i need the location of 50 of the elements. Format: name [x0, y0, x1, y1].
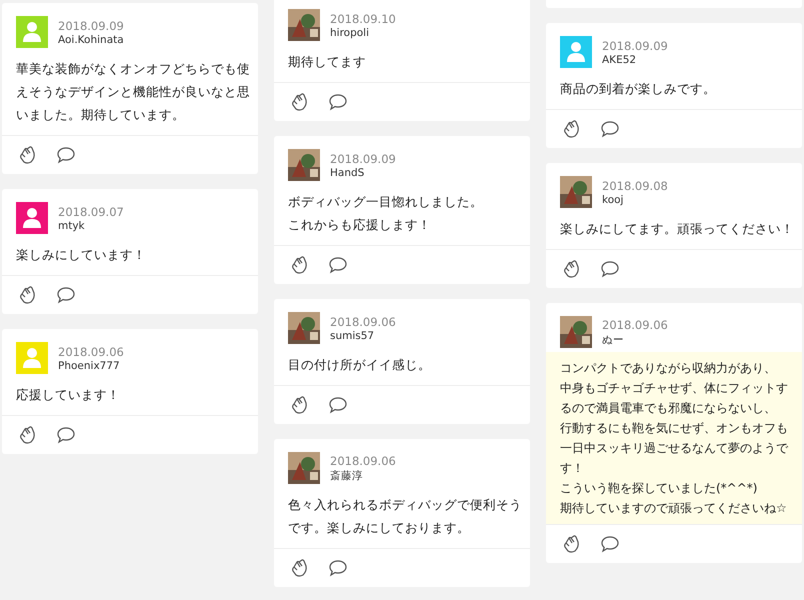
- user-name: sumis57: [330, 330, 376, 342]
- speech-bubble-icon[interactable]: [600, 119, 620, 139]
- clapping-hands-icon[interactable]: [562, 259, 582, 279]
- clapping-hands-icon[interactable]: [290, 92, 310, 112]
- clapping-hands-icon[interactable]: [562, 534, 582, 554]
- comment-text: 目の付け所がイイ感じ。: [287, 356, 432, 374]
- speech-bubble-icon[interactable]: [328, 92, 348, 112]
- speech-bubble-icon[interactable]: [600, 259, 620, 279]
- post-date: 2018.09.10: [330, 12, 396, 26]
- post-date: 2018.09.09: [330, 152, 396, 166]
- speech-bubble-icon[interactable]: [56, 425, 76, 445]
- post-date: 2018.09.06: [58, 344, 124, 358]
- user-name: ぬー: [602, 332, 625, 346]
- clapping-hands-icon[interactable]: [290, 395, 310, 415]
- speech-bubble-icon[interactable]: [56, 285, 76, 305]
- post-date: 2018.09.09: [58, 18, 124, 32]
- comment-text: 応援しています！: [15, 386, 121, 404]
- comment-text: 楽しみにしています！: [15, 246, 147, 264]
- clapping-hands-icon[interactable]: [18, 145, 38, 165]
- post-date: 2018.09.06: [330, 314, 396, 328]
- user-name: Aoi.Kohinata: [58, 34, 124, 46]
- user-name: HandS: [330, 166, 366, 178]
- post-date: 2018.09.06: [330, 454, 396, 468]
- user-name: kooj: [602, 194, 624, 206]
- clapping-hands-icon[interactable]: [18, 425, 38, 445]
- post-date: 2018.09.09: [602, 38, 668, 52]
- clapping-hands-icon[interactable]: [18, 285, 38, 305]
- user-name: Phoenix777: [58, 360, 121, 372]
- clapping-hands-icon[interactable]: [290, 558, 310, 578]
- clapping-hands-icon[interactable]: [290, 255, 310, 275]
- comment-text: ボディバッグ一目惚れしました。 これからも応援します！: [287, 193, 484, 234]
- speech-bubble-icon[interactable]: [328, 395, 348, 415]
- speech-bubble-icon[interactable]: [600, 534, 620, 554]
- clapping-hands-icon[interactable]: [562, 119, 582, 139]
- comment-text: コンパクトでありながら収納力があり、 中身もゴチャゴチャせず、体にフィットするので満員電車でも邪魔にならないし、 行動するにも鞄を気にせず、オンもオフも一日中スッキリ過ごせるなんて夢のようです！ こういう鞄を探していました(*^^*) 期待していますので頑張ってくださいね☆: [546, 352, 802, 524]
- user-name: AKE52: [602, 54, 638, 66]
- comment-text: 商品の到着が楽しみです。: [559, 80, 717, 98]
- comment-text: 華美な装飾がなくオンオフどちらでも使えそうなデザインと機能性が良いなと思いました。期待しています。: [15, 60, 251, 124]
- comment-text: 色々入れられるボディバッグで便利そうです。楽しみにしております。: [287, 496, 523, 537]
- user-name: 斎藤淳: [330, 468, 364, 482]
- comment-text: 楽しみにしてます。頑張ってください！: [559, 220, 795, 238]
- speech-bubble-icon[interactable]: [328, 255, 348, 275]
- speech-bubble-icon[interactable]: [56, 145, 76, 165]
- post-date: 2018.09.07: [58, 204, 124, 218]
- user-name: mtyk: [58, 220, 86, 232]
- comment-text: 期待してます: [287, 53, 367, 71]
- post-date: 2018.09.08: [602, 178, 668, 192]
- post-date: 2018.09.06: [602, 318, 668, 332]
- user-name: hiropoli: [330, 26, 370, 38]
- speech-bubble-icon[interactable]: [328, 558, 348, 578]
